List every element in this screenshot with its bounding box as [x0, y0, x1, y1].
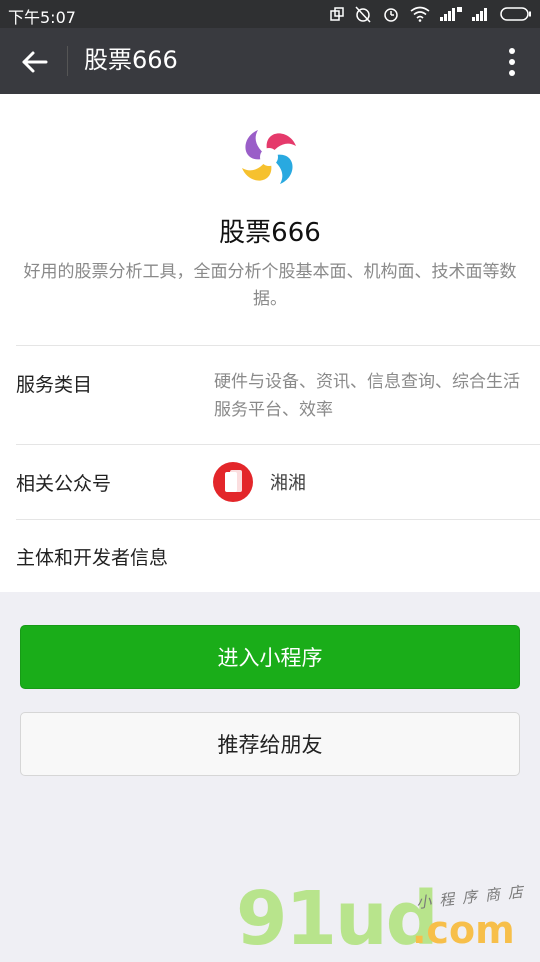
service-category-label: 服务类目 [16, 374, 93, 396]
signal-icon [472, 8, 487, 21]
battery-icon [500, 7, 531, 21]
app-description: 好用的股票分析工具，全面分析个股基本面、机构面、技术面等数据。 [23, 262, 517, 309]
service-category-value: 硬件与设备、资讯、信息查询、综合生活服务平台、效率 [214, 372, 520, 420]
page-title: 股票666 [84, 46, 178, 74]
app-info-card: 股票666 好用的股票分析工具，全面分析个股基本面、机构面、技术面等数据。 服务… [0, 94, 540, 592]
back-button[interactable] [18, 46, 50, 78]
related-account-name: 湘湘 [270, 473, 306, 494]
status-icons [330, 4, 532, 24]
alarm-icon [384, 8, 398, 22]
watermark-dotcom: .com [412, 908, 515, 952]
watermark: 91ud .com 小程序商店 [236, 878, 536, 960]
more-vertical-icon [509, 48, 515, 76]
app-name: 股票666 [219, 218, 321, 248]
signal-4g-icon [440, 7, 462, 21]
alarm-off-icon [355, 6, 371, 23]
status-time: 下午5:07 [8, 8, 76, 27]
related-account-label: 相关公众号 [16, 473, 112, 495]
watermark-main: 91ud [236, 876, 439, 962]
divider [16, 345, 540, 346]
copy-icon [330, 7, 344, 21]
divider [16, 519, 540, 520]
nav-divider [67, 46, 68, 76]
more-button[interactable] [502, 44, 522, 80]
recommend-to-friend-button[interactable]: 推荐给朋友 [20, 712, 520, 776]
wifi-icon [410, 6, 430, 22]
app-logo-icon [239, 127, 299, 187]
account-avatar-icon [213, 462, 253, 502]
enter-mini-program-button[interactable]: 进入小程序 [20, 625, 520, 689]
arrow-left-icon [22, 51, 48, 73]
status-bar: 下午5:07 [0, 0, 540, 28]
nav-bar: 股票666 [0, 28, 540, 94]
divider [16, 444, 540, 445]
developer-info-row[interactable]: 主体和开发者信息 [16, 543, 168, 570]
